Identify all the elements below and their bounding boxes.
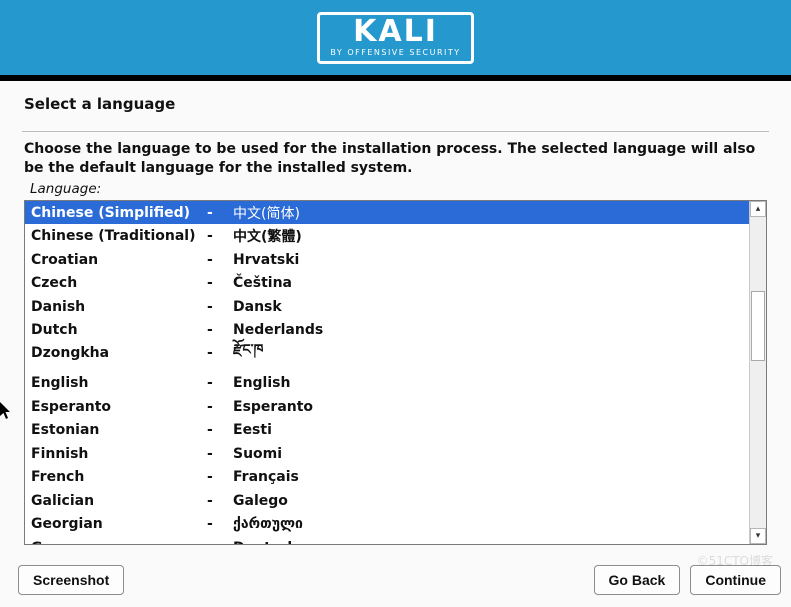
language-option[interactable]: Esperanto-Esperanto	[25, 395, 749, 419]
language-option[interactable]: Chinese (Traditional)-中文(繁體)	[25, 224, 749, 248]
separator-dash: -	[207, 516, 233, 532]
language-english-name: Estonian	[31, 422, 207, 438]
language-native-name: Dansk	[233, 299, 743, 315]
continue-button[interactable]: Continue	[690, 565, 781, 595]
language-option[interactable]: Croatian-Hrvatski	[25, 248, 749, 272]
separator-dash: -	[207, 469, 233, 485]
language-native-name: 中文(简体)	[233, 203, 743, 223]
separator-dash: -	[207, 252, 233, 268]
language-native-name: English	[233, 375, 743, 391]
page-title: Select a language	[24, 95, 769, 113]
language-native-name: Français	[233, 469, 743, 485]
separator-dash: -	[207, 228, 233, 244]
kali-logo: KALI BY OFFENSIVE SECURITY	[317, 12, 473, 64]
language-list[interactable]: Chinese (Simplified)-中文(简体)Chinese (Trad…	[24, 200, 767, 545]
separator-dash: -	[207, 322, 233, 338]
go-back-button[interactable]: Go Back	[594, 565, 681, 595]
language-english-name: French	[31, 469, 207, 485]
separator-dash: -	[207, 493, 233, 509]
language-native-name: Hrvatski	[233, 252, 743, 268]
language-option[interactable]: Galician-Galego	[25, 489, 749, 513]
language-option[interactable]: Chinese (Simplified)-中文(简体)	[25, 201, 749, 225]
language-english-name: Croatian	[31, 252, 207, 268]
logo-text: KALI	[353, 17, 438, 47]
scroll-thumb[interactable]	[751, 291, 765, 361]
language-english-name: Chinese (Simplified)	[31, 205, 207, 221]
footer: Screenshot Go Back Continue	[0, 555, 791, 607]
separator-dash: -	[207, 299, 233, 315]
language-native-name: རྫོང་ཁ	[233, 333, 743, 373]
language-english-name: English	[31, 375, 207, 391]
language-native-name: Deutsch	[233, 540, 743, 544]
language-native-name: ქართული	[233, 516, 743, 532]
language-option[interactable]: German-Deutsch	[25, 536, 749, 544]
separator-dash: -	[207, 422, 233, 438]
separator-dash: -	[207, 345, 233, 361]
instruction-text: Choose the language to be used for the i…	[24, 140, 767, 178]
language-english-name: Dutch	[31, 322, 207, 338]
language-option[interactable]: Georgian-ქართული	[25, 512, 749, 536]
language-english-name: Galician	[31, 493, 207, 509]
scrollbar[interactable]: ▴ ▾	[749, 201, 766, 544]
language-option[interactable]: Czech-Čeština	[25, 271, 749, 295]
language-native-name: Esperanto	[233, 399, 743, 415]
language-option[interactable]: Danish-Dansk	[25, 295, 749, 319]
language-option[interactable]: Estonian-Eesti	[25, 418, 749, 442]
language-english-name: Chinese (Traditional)	[31, 228, 207, 244]
separator-dash: -	[207, 399, 233, 415]
header-banner: KALI BY OFFENSIVE SECURITY	[0, 0, 791, 75]
language-english-name: Finnish	[31, 446, 207, 462]
separator-dash: -	[207, 540, 233, 544]
language-native-name: Galego	[233, 493, 743, 509]
logo-tagline: BY OFFENSIVE SECURITY	[330, 49, 460, 57]
scroll-up-button[interactable]: ▴	[750, 201, 766, 217]
language-english-name: Georgian	[31, 516, 207, 532]
language-option[interactable]: English-English	[25, 371, 749, 395]
language-option[interactable]: Finnish-Suomi	[25, 442, 749, 466]
screenshot-button[interactable]: Screenshot	[18, 565, 124, 595]
language-native-name: Čeština	[233, 275, 743, 291]
language-english-name: German	[31, 540, 207, 544]
language-option[interactable]: Dzongkha-རྫོང་ཁ	[25, 342, 749, 366]
separator-dash: -	[207, 275, 233, 291]
language-english-name: Danish	[31, 299, 207, 315]
language-option[interactable]: French-Français	[25, 465, 749, 489]
scroll-down-button[interactable]: ▾	[750, 528, 766, 544]
language-english-name: Dzongkha	[31, 345, 207, 361]
field-label: Language:	[30, 181, 767, 197]
language-native-name: Suomi	[233, 446, 743, 462]
separator-dash: -	[207, 375, 233, 391]
separator-dash: -	[207, 205, 233, 221]
language-english-name: Esperanto	[31, 399, 207, 415]
language-english-name: Czech	[31, 275, 207, 291]
language-native-name: 中文(繁體)	[233, 226, 743, 246]
separator-dash: -	[207, 446, 233, 462]
language-native-name: Eesti	[233, 422, 743, 438]
